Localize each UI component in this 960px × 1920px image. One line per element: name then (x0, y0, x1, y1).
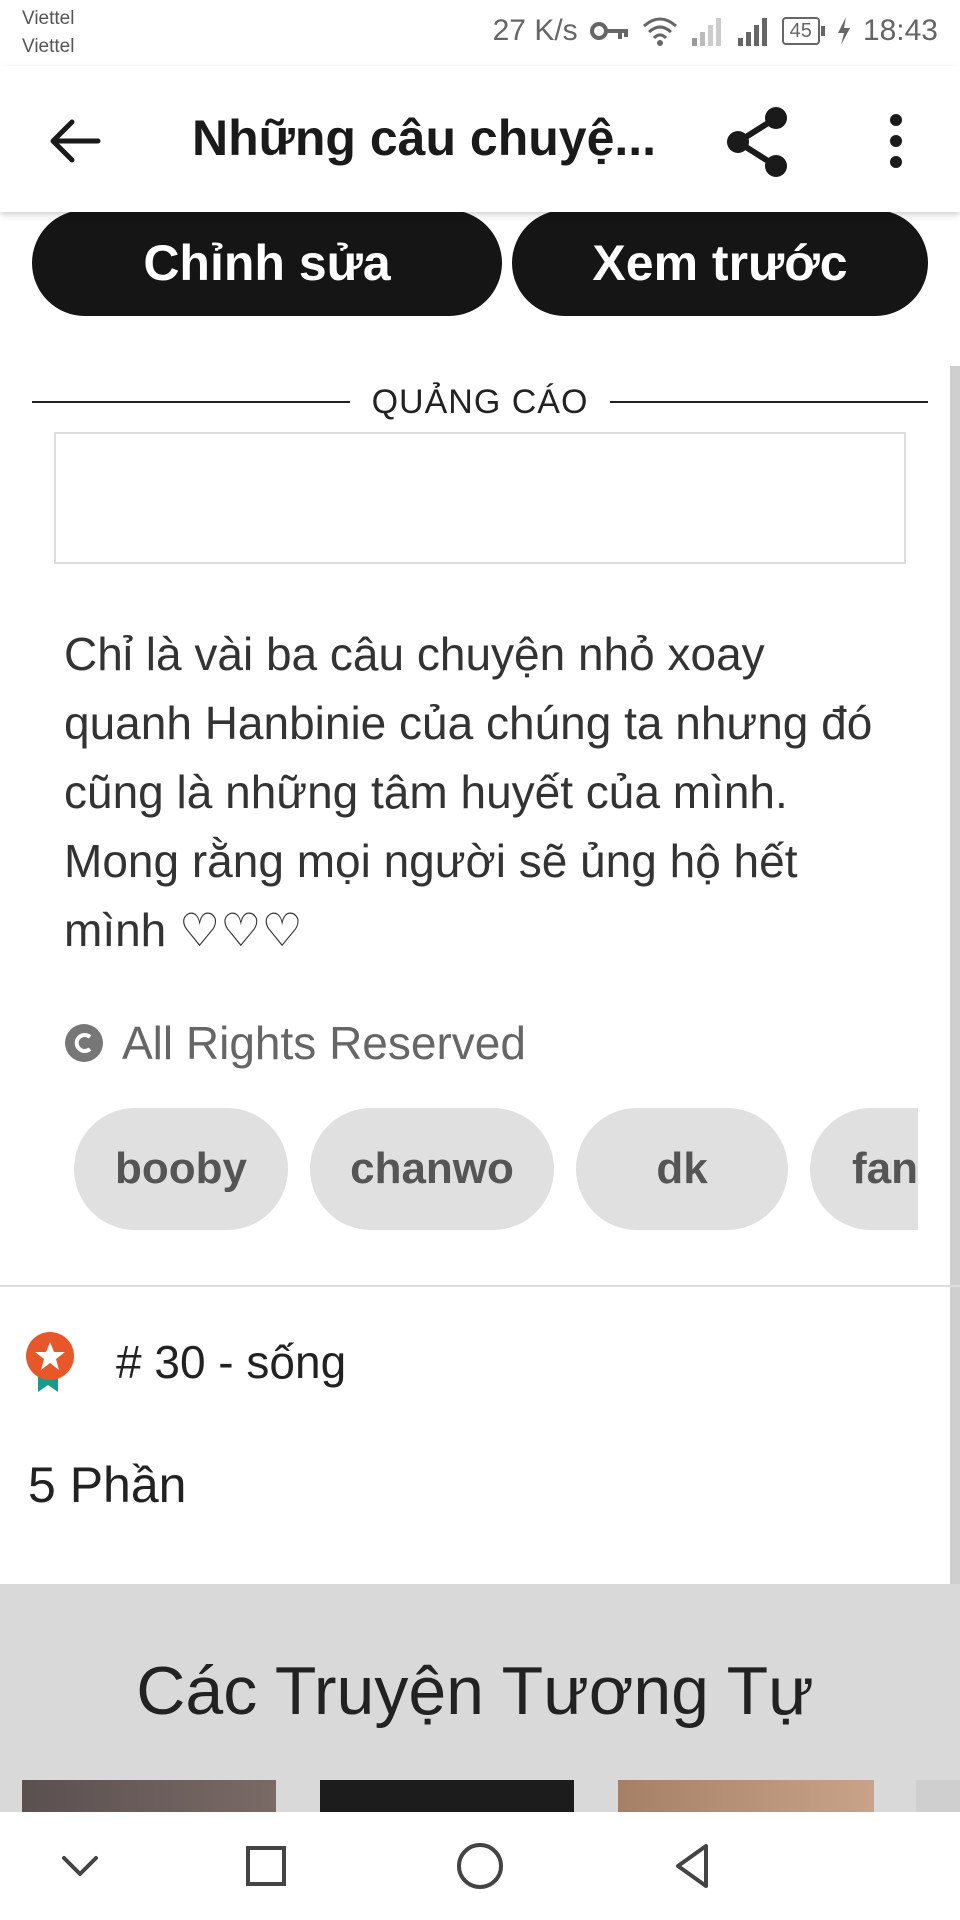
square-icon (246, 1846, 286, 1886)
divider-left (32, 401, 350, 403)
signal-icon-1 (691, 18, 721, 46)
ranking-row[interactable]: # 30 - sống (24, 1330, 346, 1394)
ad-header: QUẢNG CÁO (32, 380, 928, 424)
similar-stories-title: Các Truyện Tương Tự (136, 1653, 814, 1729)
ranking-text: # 30 - sống (116, 1336, 347, 1388)
nav-recents-button[interactable] (234, 1834, 298, 1898)
back-button[interactable] (40, 106, 110, 176)
tag-booby[interactable]: booby (74, 1108, 288, 1230)
parts-count[interactable]: 5 Phần (28, 1456, 186, 1514)
system-nav-bar (0, 1812, 960, 1920)
story-details-screen: Viettel Viettel 27 K/s 45 18:43 Những câ… (0, 0, 960, 1920)
tag-dk[interactable]: dk (576, 1108, 788, 1230)
ad-slot[interactable] (54, 432, 906, 564)
chevron-down-icon (62, 1856, 98, 1876)
circle-icon (457, 1843, 503, 1889)
tag-fan[interactable]: fan (810, 1108, 918, 1230)
battery-nub (820, 26, 825, 36)
nav-home-button[interactable] (448, 1834, 512, 1898)
clock: 18:43 (862, 14, 938, 47)
carrier-2: Viettel (22, 36, 75, 57)
status-icons: 27 K/s 45 18:43 (493, 14, 938, 48)
battery-level: 45 (781, 17, 820, 45)
divider-right (610, 401, 928, 403)
story-title: Những câu chuyệ... (192, 110, 657, 166)
nav-back-button[interactable] (660, 1834, 724, 1898)
preview-button[interactable]: Xem trước (512, 210, 928, 316)
share-button[interactable] (718, 102, 798, 182)
more-vertical-icon (890, 114, 902, 168)
share-icon (727, 107, 787, 177)
ad-label: QUẢNG CÁO (371, 382, 589, 421)
scrollbar[interactable] (950, 366, 960, 1672)
app-bar: Những câu chuyệ... (0, 66, 960, 212)
arrow-left-icon (50, 119, 101, 163)
network-speed: 27 K/s (492, 14, 578, 47)
tag-list: booby chanwo dk fan (74, 1108, 918, 1230)
status-bar: Viettel Viettel 27 K/s 45 18:43 (0, 0, 960, 66)
copyright-notice: All Rights Reserved (64, 1016, 526, 1070)
more-options-button[interactable] (870, 106, 922, 176)
carrier-1: Viettel (22, 8, 75, 29)
action-buttons: Chỉnh sửa Xem trước (32, 210, 928, 316)
wifi-icon (642, 17, 677, 46)
story-description: Chỉ là vài ba câu chuyện nhỏ xoay quanh … (64, 628, 873, 956)
section-divider (0, 1285, 960, 1287)
nav-hide-button[interactable] (48, 1834, 112, 1898)
signal-icon-2 (737, 18, 767, 46)
copyright-icon (65, 1024, 103, 1062)
tag-chanwo[interactable]: chanwo (310, 1108, 554, 1230)
vpn-key-icon (589, 22, 628, 40)
award-ribbon-icon (26, 1332, 74, 1392)
copyright-text: All Rights Reserved (122, 1017, 526, 1069)
charging-icon (837, 17, 850, 45)
triangle-back-icon (676, 1844, 708, 1888)
battery-indicator: 45 (781, 17, 825, 45)
edit-button[interactable]: Chỉnh sửa (32, 210, 502, 316)
